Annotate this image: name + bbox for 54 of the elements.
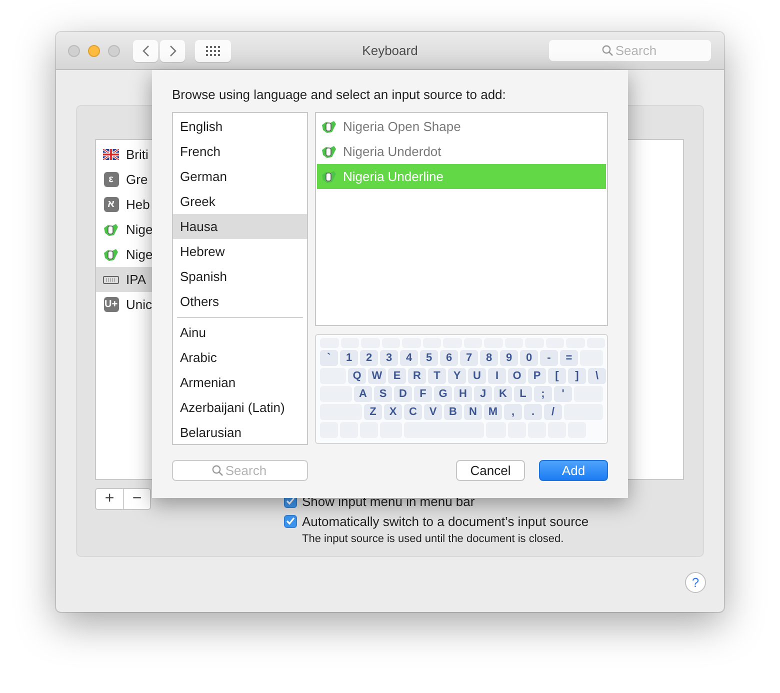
glyph-icon: ε <box>104 172 118 187</box>
key: ] <box>568 368 586 384</box>
key: / <box>544 404 562 420</box>
help-text: The input source is used until the document is closed. <box>302 533 565 545</box>
key: X <box>384 404 402 420</box>
key: V <box>424 404 442 420</box>
key: 4 <box>400 350 418 366</box>
key: P <box>528 368 546 384</box>
key: ; <box>534 386 552 402</box>
key: = <box>560 350 578 366</box>
key: . <box>524 404 542 420</box>
key: 8 <box>480 350 498 366</box>
key: ` <box>320 350 338 366</box>
key: H <box>454 386 472 402</box>
key: R <box>408 368 426 384</box>
key: [ <box>548 368 566 384</box>
key: - <box>540 350 558 366</box>
key: G <box>434 386 452 402</box>
key: 0 <box>520 350 538 366</box>
key: C <box>404 404 422 420</box>
sheet-title: Browse using language and select an input source to add: <box>172 87 507 104</box>
key: 9 <box>500 350 518 366</box>
key: 1 <box>340 350 358 366</box>
key: 2 <box>360 350 378 366</box>
key: U <box>468 368 486 384</box>
key: 3 <box>380 350 398 366</box>
key: ' <box>554 386 572 402</box>
key: 5 <box>420 350 438 366</box>
key: T <box>428 368 446 384</box>
key: \ <box>588 368 606 384</box>
key: 7 <box>460 350 478 366</box>
glyph-icon: א <box>104 197 118 212</box>
key: Z <box>364 404 382 420</box>
key: B <box>444 404 462 420</box>
key: J <box>474 386 492 402</box>
key: 6 <box>440 350 458 366</box>
key: N <box>464 404 482 420</box>
glyph-icon: U+ <box>104 297 118 312</box>
key: O <box>508 368 526 384</box>
key: , <box>504 404 522 420</box>
key: D <box>394 386 412 402</box>
key: W <box>368 368 386 384</box>
window-title: Keyboard <box>362 43 418 58</box>
key: A <box>354 386 372 402</box>
key: Y <box>448 368 466 384</box>
checkbox-label: Automatically switch to a document’s input source <box>302 514 589 528</box>
key: F <box>414 386 432 402</box>
key: S <box>374 386 392 402</box>
key: Q <box>348 368 366 384</box>
key: M <box>484 404 502 420</box>
key: I <box>488 368 506 384</box>
key: E <box>388 368 406 384</box>
key: K <box>494 386 512 402</box>
key: L <box>514 386 532 402</box>
